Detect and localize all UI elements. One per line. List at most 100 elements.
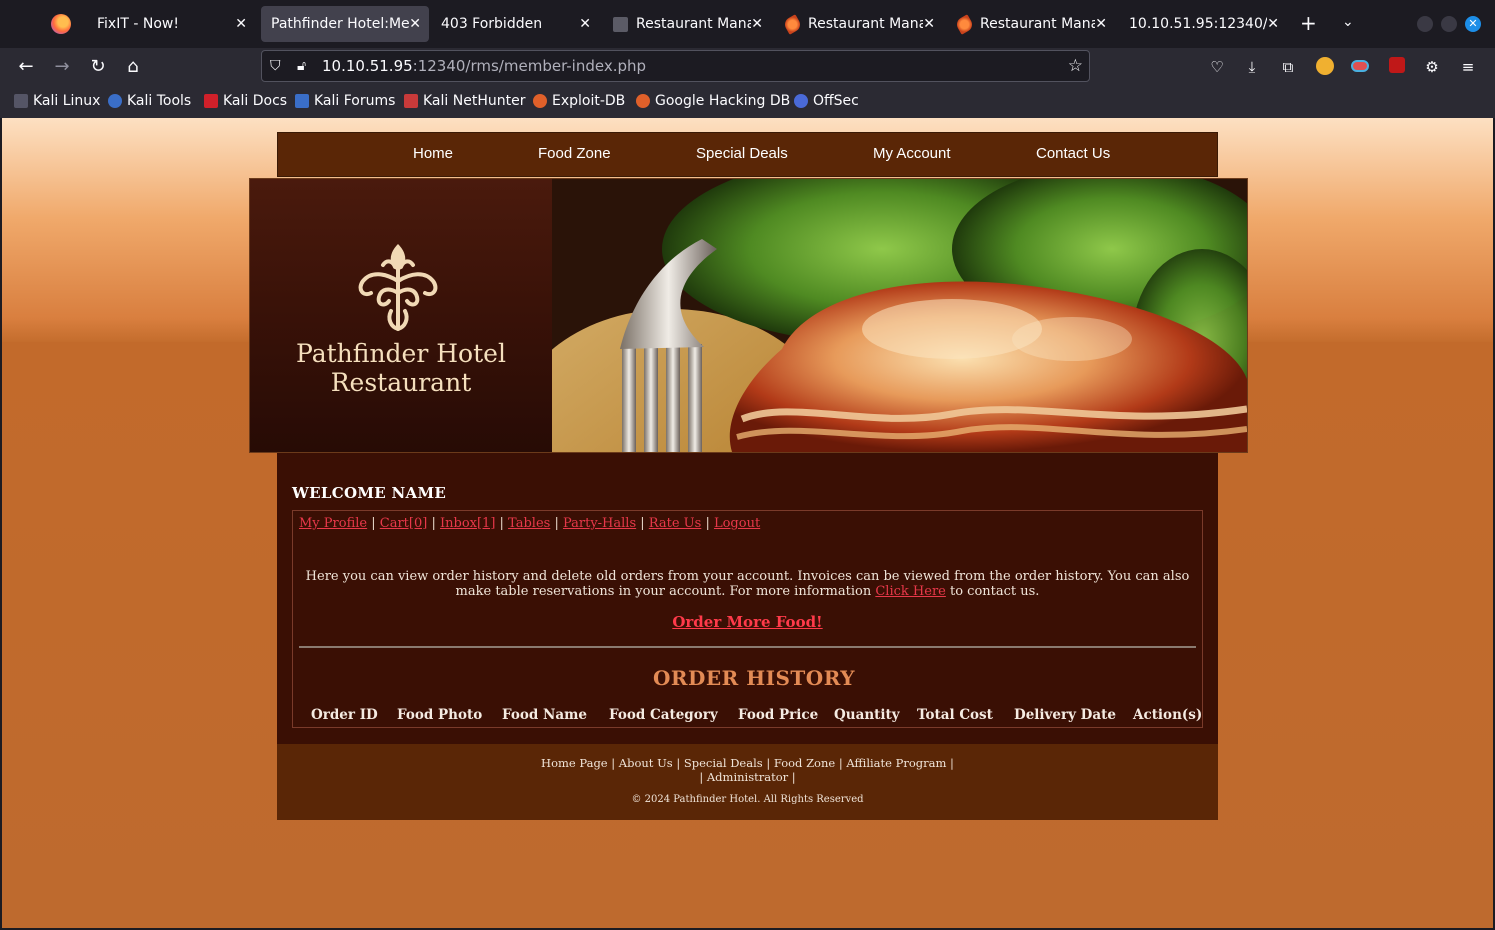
offsec-icon xyxy=(794,94,808,108)
link-logout[interactable]: Logout xyxy=(714,516,760,531)
exploit-db-icon xyxy=(533,94,547,108)
close-window-icon[interactable]: ✕ xyxy=(1465,16,1481,32)
kali-tools-icon xyxy=(108,94,122,108)
kali-docs-icon xyxy=(204,94,218,108)
copyright: © 2024 Pathfinder Hotel. All Rights Rese… xyxy=(631,794,864,805)
bookmark-kali-forums[interactable]: Kali Forums xyxy=(295,93,395,109)
nav-food-zone[interactable]: Food Zone xyxy=(538,145,611,162)
new-tab-plus-icon[interactable]: + xyxy=(1300,13,1317,33)
hamburger-menu-icon[interactable]: ≡ xyxy=(1458,57,1478,77)
page-favicon-icon xyxy=(782,13,803,35)
link-order-more-food[interactable]: Order More Food! xyxy=(672,613,822,631)
link-party-halls[interactable]: Party-Halls xyxy=(563,516,636,531)
star-icon[interactable]: ☆ xyxy=(1068,56,1083,76)
tab-bar: FixIT - Now! ✕ Pathfinder Hotel:Mem ✕ 40… xyxy=(0,0,1495,48)
close-icon[interactable]: ✕ xyxy=(1095,15,1107,33)
link-my-profile[interactable]: My Profile xyxy=(299,516,367,531)
arrow-right-icon[interactable]: → xyxy=(51,56,73,78)
tab-label: 10.10.51.95:12340/rm xyxy=(1129,16,1267,32)
ublock-extension-icon[interactable] xyxy=(1387,57,1407,77)
bookmarks-toolbar: Kali Linux Kali Tools Kali Docs Kali For… xyxy=(0,86,1495,118)
col-actions: Action(s) xyxy=(1133,707,1203,723)
link-click-here[interactable]: Click Here xyxy=(875,584,946,599)
address-bar[interactable]: ⛉ 🔓︎ 10.10.51.95:12340/rms/member-index.… xyxy=(261,50,1090,82)
tab-ip[interactable]: 10.10.51.95:12340/rm ✕ xyxy=(1119,6,1287,42)
fleur-logo-icon xyxy=(358,243,438,332)
lock-icon[interactable]: 🔓︎ xyxy=(297,58,306,74)
close-icon[interactable]: ✕ xyxy=(409,15,421,33)
tab-restaurant-1[interactable]: Restaurant Manag ✕ xyxy=(603,6,771,42)
site-navigation: Home Food Zone Special Deals My Account … xyxy=(277,132,1218,177)
brand-name-line2: Restaurant xyxy=(330,368,472,397)
firefox-logo-icon[interactable] xyxy=(51,14,71,34)
brand-name-line1: Pathfinder Hotel xyxy=(296,339,506,368)
info-text: Here you can view order history and dele… xyxy=(305,569,1190,599)
col-quantity: Quantity xyxy=(834,707,900,723)
account-info-text: Here you can view order history and dele… xyxy=(299,569,1196,599)
page-favicon-icon xyxy=(613,16,628,32)
divider xyxy=(299,646,1196,648)
wappalyzer-extension-icon[interactable] xyxy=(1350,57,1370,77)
burp-extension-icon[interactable] xyxy=(1315,57,1335,77)
close-icon[interactable]: ✕ xyxy=(235,15,247,33)
tab-label: Restaurant Manag xyxy=(808,16,923,32)
site-footer: Home Page | About Us | Special Deals | F… xyxy=(277,744,1218,820)
extensions-icon[interactable]: ⧉ xyxy=(1278,57,1298,77)
ghdb-icon xyxy=(636,94,650,108)
kali-nethunter-icon xyxy=(404,94,418,108)
link-rate-us[interactable]: Rate Us xyxy=(649,516,702,531)
link-cart[interactable]: Cart[0] xyxy=(380,516,428,531)
chevron-down-icon[interactable]: ⌄ xyxy=(1342,14,1354,30)
reload-icon[interactable]: ↻ xyxy=(87,56,109,78)
bookmark-kali-docs[interactable]: Kali Docs xyxy=(204,93,287,109)
tab-label: Restaurant Manag xyxy=(980,16,1095,32)
col-food-name: Food Name xyxy=(502,707,587,723)
col-food-category: Food Category xyxy=(609,707,718,723)
web-page: Home Food Zone Special Deals My Account … xyxy=(0,118,1495,930)
close-icon[interactable]: ✕ xyxy=(751,15,763,33)
kali-dragon-icon xyxy=(14,94,28,108)
kali-forums-icon xyxy=(295,94,309,108)
tab-label: FixIT - Now! xyxy=(97,16,179,32)
nav-my-account[interactable]: My Account xyxy=(873,145,951,162)
footer-links-line2[interactable]: | Administrator | xyxy=(277,770,1218,784)
bookmark-exploit-db[interactable]: Exploit-DB xyxy=(533,93,625,109)
close-icon[interactable]: ✕ xyxy=(579,15,591,33)
pocket-icon[interactable]: ♡ xyxy=(1207,57,1227,77)
brand-panel: Pathfinder Hotel Restaurant xyxy=(250,179,552,452)
nav-contact-us[interactable]: Contact Us xyxy=(1036,145,1110,162)
tab-403[interactable]: 403 Forbidden ✕ xyxy=(431,6,599,42)
bookmark-google-hacking-db[interactable]: Google Hacking DB xyxy=(636,93,790,109)
member-content: WELCOME NAME My Profile | Cart[0] | Inbo… xyxy=(277,453,1218,744)
arrow-left-icon[interactable]: ← xyxy=(15,56,37,78)
close-icon[interactable]: ✕ xyxy=(1267,15,1279,33)
minimize-window-icon[interactable] xyxy=(1417,16,1433,32)
home-icon[interactable]: ⌂ xyxy=(122,56,144,78)
download-icon[interactable]: ⤓ xyxy=(1242,57,1262,77)
site-header: Pathfinder Hotel Restaurant xyxy=(249,178,1248,453)
lasagna-illustration xyxy=(552,179,1247,452)
link-tables[interactable]: Tables xyxy=(508,516,550,531)
nav-home[interactable]: Home xyxy=(413,145,453,162)
link-inbox[interactable]: Inbox[1] xyxy=(440,516,495,531)
nav-special-deals[interactable]: Special Deals xyxy=(696,145,788,162)
account-panel: My Profile | Cart[0] | Inbox[1] | Tables… xyxy=(292,510,1203,728)
member-links: My Profile | Cart[0] | Inbox[1] | Tables… xyxy=(299,516,761,531)
tab-label: 403 Forbidden xyxy=(441,16,543,32)
tab-restaurant-2[interactable]: Restaurant Manag ✕ xyxy=(775,6,943,42)
bookmark-offsec[interactable]: OffSec xyxy=(794,93,859,109)
tab-fixit[interactable]: FixIT - Now! ✕ xyxy=(87,6,255,42)
footer-links: Home Page | About Us | Special Deals | F… xyxy=(277,756,1218,784)
footer-links-line1[interactable]: Home Page | About Us | Special Deals | F… xyxy=(277,756,1218,770)
url-text[interactable]: 10.10.51.95:12340/rms/member-index.php xyxy=(322,57,646,75)
bookmark-kali-tools[interactable]: Kali Tools xyxy=(108,93,191,109)
col-delivery-date: Delivery Date xyxy=(1014,707,1116,723)
bookmark-kali-nethunter[interactable]: Kali NetHunter xyxy=(404,93,525,109)
tab-pathfinder[interactable]: Pathfinder Hotel:Mem ✕ xyxy=(261,6,429,42)
tab-restaurant-3[interactable]: Restaurant Manag ✕ xyxy=(947,6,1115,42)
shield-icon[interactable]: ⛉ xyxy=(270,58,281,74)
maximize-window-icon[interactable] xyxy=(1441,16,1457,32)
bookmark-kali-linux[interactable]: Kali Linux xyxy=(14,93,100,109)
close-icon[interactable]: ✕ xyxy=(923,15,935,33)
foxyproxy-extension-icon[interactable]: ⚙ xyxy=(1422,57,1442,77)
